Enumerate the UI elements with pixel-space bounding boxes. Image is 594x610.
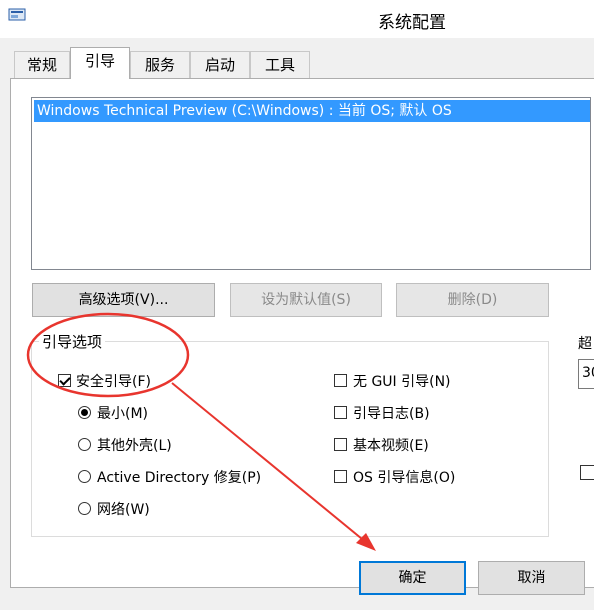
safe-boot-label[interactable]: 安全引导(F) <box>76 371 151 391</box>
tab-tools[interactable]: 工具 <box>250 51 310 78</box>
no-gui-boot-label[interactable]: 无 GUI 引导(N) <box>353 371 451 391</box>
timeout-input[interactable]: 30 <box>578 359 594 389</box>
make-permanent-checkbox[interactable] <box>580 465 594 480</box>
boot-tab-panel: Windows Technical Preview (C:\Windows) :… <box>10 78 594 588</box>
boot-entries-list[interactable]: Windows Technical Preview (C:\Windows) :… <box>31 97 591 270</box>
delete-button[interactable]: 删除(D) <box>396 283 549 317</box>
alternate-shell-label[interactable]: 其他外壳(L) <box>97 435 172 455</box>
base-video-label[interactable]: 基本视频(E) <box>353 435 429 455</box>
tab-startup[interactable]: 启动 <box>190 51 250 78</box>
safe-boot-checkbox[interactable] <box>58 374 71 387</box>
alternate-shell-radio[interactable] <box>78 438 91 451</box>
timeout-label-partial: 超 <box>578 336 592 352</box>
boot-log-label[interactable]: 引导日志(B) <box>353 403 430 423</box>
ok-button[interactable]: 确定 <box>359 561 466 595</box>
boot-entry-selected[interactable]: Windows Technical Preview (C:\Windows) :… <box>34 100 590 122</box>
os-boot-info-label[interactable]: OS 引导信息(O) <box>353 467 455 487</box>
base-video-checkbox[interactable] <box>334 438 347 451</box>
minimal-radio[interactable] <box>78 406 91 419</box>
network-radio[interactable] <box>78 502 91 515</box>
cancel-button[interactable]: 取消 <box>478 561 585 595</box>
minimal-label[interactable]: 最小(M) <box>97 403 148 423</box>
network-label[interactable]: 网络(W) <box>97 499 150 519</box>
timeout-value: 30 <box>582 365 594 381</box>
window-title: 系统配置 <box>378 13 446 33</box>
no-gui-boot-checkbox[interactable] <box>334 374 347 387</box>
dialog-body: 常规 引导 服务 启动 工具 Windows Technical Preview… <box>0 38 594 610</box>
set-default-button[interactable]: 设为默认值(S) <box>230 283 382 317</box>
msconfig-icon <box>8 8 26 21</box>
ad-repair-radio[interactable] <box>78 470 91 483</box>
ad-repair-label[interactable]: Active Directory 修复(P) <box>97 467 261 487</box>
tab-services[interactable]: 服务 <box>130 51 190 78</box>
advanced-options-button[interactable]: 高级选项(V)... <box>32 283 215 317</box>
tab-general[interactable]: 常规 <box>14 51 70 78</box>
tab-boot[interactable]: 引导 <box>70 47 130 79</box>
boot-options-label: 引导选项 <box>39 331 106 352</box>
boot-log-checkbox[interactable] <box>334 406 347 419</box>
os-boot-info-checkbox[interactable] <box>334 470 347 483</box>
title-bar: 系统配置 <box>0 0 594 38</box>
